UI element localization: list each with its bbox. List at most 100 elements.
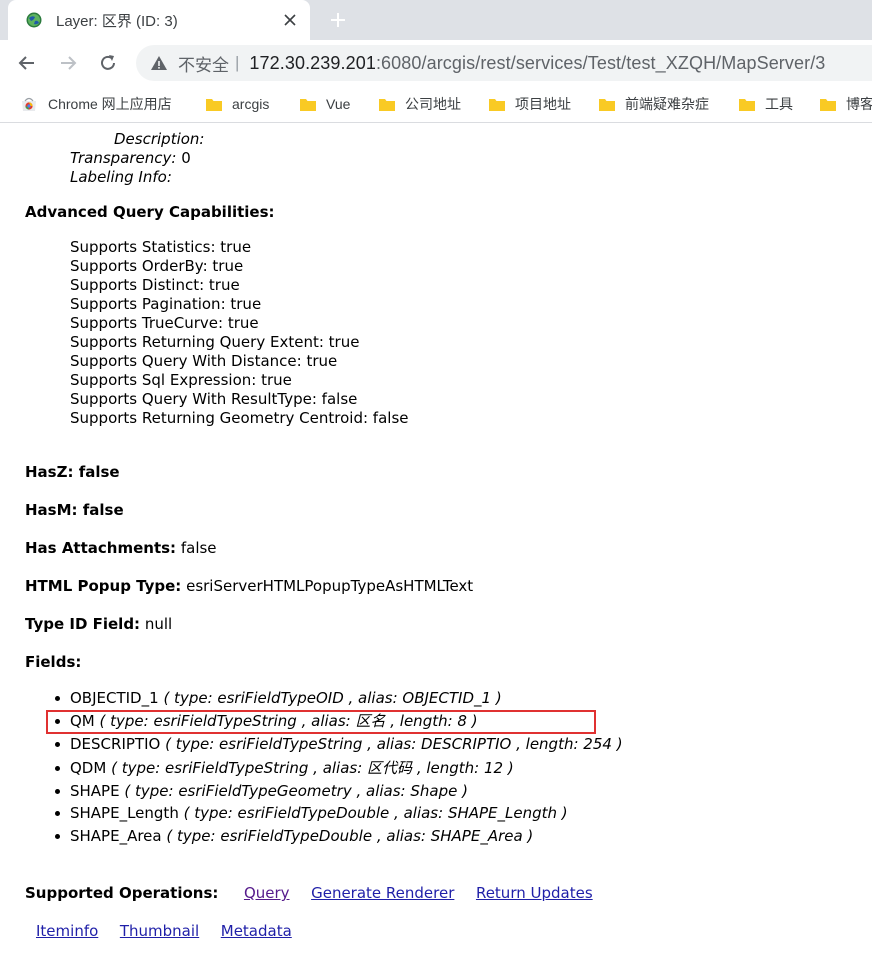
transparency-label: Transparency:	[70, 149, 177, 167]
field-name: SHAPE_Length	[70, 804, 179, 822]
bookmark-projects[interactable]: 项目地址	[489, 86, 571, 122]
bookmarks-bar: Chrome 网上应用店 arcgis Vue 公司地址 项目地址 前端疑难杂症…	[0, 86, 872, 123]
hasz-line: HasZ: false	[25, 463, 120, 481]
folder-icon	[206, 98, 222, 111]
tab-strip: Layer: 区界 (ID: 3)	[0, 0, 872, 40]
field-detail: ( type: esriFieldTypeDouble , alias: SHA…	[166, 827, 534, 845]
aqc-item: Supports OrderBy: true	[70, 257, 244, 275]
list-bullet	[55, 696, 60, 701]
folder-icon	[489, 98, 505, 111]
bookmark-company[interactable]: 公司地址	[379, 86, 461, 122]
type-id-row: Type ID Field: null	[25, 615, 172, 634]
has-attachments-row: Has Attachments: false	[25, 539, 217, 558]
bookmark-label: 博客	[846, 96, 872, 112]
aqc-item: Supports Query With Distance: true	[70, 352, 338, 370]
bookmark-arcgis[interactable]: arcgis	[206, 86, 269, 122]
field-row: SHAPE_Length ( type: esriFieldTypeDouble…	[70, 804, 568, 823]
field-name: DESCRIPTIO	[70, 735, 161, 753]
has-attachments-label: Has Attachments:	[25, 539, 177, 557]
aqc-item: Supports TrueCurve: true	[70, 314, 259, 332]
field-detail: ( type: esriFieldTypeString , alias: DES…	[165, 735, 623, 753]
hasm-line: HasM: false	[25, 501, 124, 519]
supported-ops-row: Supported Operations: Query Generate Ren…	[25, 884, 593, 903]
url-host: 172.30.239.201	[249, 52, 376, 73]
aqc-item: Supports Query With ResultType: false	[70, 390, 358, 408]
reload-icon[interactable]	[97, 52, 119, 74]
field-name: SHAPE	[70, 782, 120, 800]
field-row: SHAPE_Area ( type: esriFieldTypeDouble ,…	[70, 827, 533, 846]
aqc-item: Supports Returning Query Extent: true	[70, 333, 360, 351]
aqc-item: Supports Pagination: true	[70, 295, 262, 313]
active-tab[interactable]: Layer: 区界 (ID: 3)	[8, 0, 310, 40]
info-links-row: Iteminfo Thumbnail Metadata	[36, 922, 292, 941]
tab-title: Layer: 区界 (ID: 3)	[56, 12, 178, 30]
field-row: DESCRIPTIO ( type: esriFieldTypeString ,…	[70, 735, 623, 754]
folder-icon	[820, 98, 836, 111]
bookmark-blog[interactable]: 博客	[820, 86, 872, 122]
field-detail: ( type: esriFieldTypeOID , alias: OBJECT…	[163, 689, 502, 707]
query-link[interactable]: Query	[244, 884, 290, 902]
field-name: SHAPE_Area	[70, 827, 162, 845]
insecure-label: 不安全	[178, 55, 229, 75]
bookmark-label: 项目地址	[515, 96, 571, 112]
list-bullet	[55, 789, 60, 794]
url-text[interactable]: 172.30.239.201:6080/arcgis/rest/services…	[249, 53, 825, 74]
bookmark-vue[interactable]: Vue	[300, 86, 350, 122]
field-detail: ( type: esriFieldTypeDouble , alias: SHA…	[183, 804, 568, 822]
field-row: OBJECTID_1 ( type: esriFieldTypeOID , al…	[70, 689, 502, 708]
bookmark-frontend[interactable]: 前端疑难杂症	[599, 86, 709, 122]
field-detail: ( type: esriFieldTypeString , alias: 区代码…	[111, 759, 514, 777]
transparency-row: Transparency: 0	[70, 149, 191, 168]
html-popup-value: esriServerHTMLPopupTypeAsHTMLText	[186, 577, 474, 595]
bookmark-label: 前端疑难杂症	[625, 96, 709, 112]
aqc-item: Supports Returning Geometry Centroid: fa…	[70, 409, 409, 427]
thumbnail-link[interactable]: Thumbnail	[120, 922, 199, 940]
folder-icon	[599, 98, 615, 111]
aqc-item: Supports Sql Expression: true	[70, 371, 292, 389]
bookmark-label: Chrome 网上应用店	[48, 96, 172, 112]
return-updates-link[interactable]: Return Updates	[476, 884, 593, 902]
tab-close-icon[interactable]	[280, 10, 300, 30]
supported-ops-label: Supported Operations:	[25, 884, 219, 902]
description-label: Description:	[114, 130, 205, 148]
aqc-item: Supports Distinct: true	[70, 276, 240, 294]
bookmark-chrome-store[interactable]: Chrome 网上应用店	[20, 86, 172, 122]
field-name: OBJECTID_1	[70, 689, 159, 707]
bookmark-label: 公司地址	[405, 96, 461, 112]
field-detail: ( type: esriFieldTypeGeometry , alias: S…	[124, 782, 468, 800]
highlight-box	[46, 710, 596, 734]
bookmark-label: Vue	[326, 96, 351, 112]
field-row: QDM ( type: esriFieldTypeString , alias:…	[70, 759, 514, 778]
field-name: QDM	[70, 759, 107, 777]
html-popup-label: HTML Popup Type:	[25, 577, 182, 595]
address-bar[interactable]: 不安全 | 172.30.239.201:6080/arcgis/rest/se…	[136, 45, 872, 81]
url-path: :6080/arcgis/rest/services/Test/test_XZQ…	[375, 52, 826, 73]
transparency-value: 0	[181, 149, 191, 167]
iteminfo-link[interactable]: Iteminfo	[36, 922, 98, 940]
type-id-label: Type ID Field:	[25, 615, 141, 633]
field-row: SHAPE ( type: esriFieldTypeGeometry , al…	[70, 782, 468, 801]
list-bullet	[55, 742, 60, 747]
html-popup-row: HTML Popup Type: esriServerHTMLPopupType…	[25, 577, 473, 596]
type-id-value: null	[144, 615, 173, 633]
folder-icon	[739, 98, 755, 111]
list-bullet	[55, 834, 60, 839]
forward-arrow-icon[interactable]	[57, 52, 79, 74]
chrome-store-icon	[22, 97, 36, 111]
aqc-item: Supports Statistics: true	[70, 238, 252, 256]
browser-toolbar: 不安全 | 172.30.239.201:6080/arcgis/rest/se…	[0, 40, 872, 86]
has-attachments-value: false	[180, 539, 217, 557]
url-separator: |	[235, 53, 240, 72]
bookmark-label: 工具	[765, 96, 793, 112]
labeling-info-label: Labeling Info:	[70, 168, 172, 186]
bookmark-tools[interactable]: 工具	[739, 86, 793, 122]
back-arrow-icon[interactable]	[16, 52, 38, 74]
folder-icon	[379, 98, 395, 111]
metadata-link[interactable]: Metadata	[221, 922, 292, 940]
list-bullet	[55, 766, 60, 771]
folder-icon	[300, 98, 316, 111]
fields-heading: Fields:	[25, 653, 82, 671]
globe-favicon-icon	[26, 12, 42, 28]
generate-renderer-link[interactable]: Generate Renderer	[311, 884, 454, 902]
new-tab-icon[interactable]	[326, 8, 350, 32]
